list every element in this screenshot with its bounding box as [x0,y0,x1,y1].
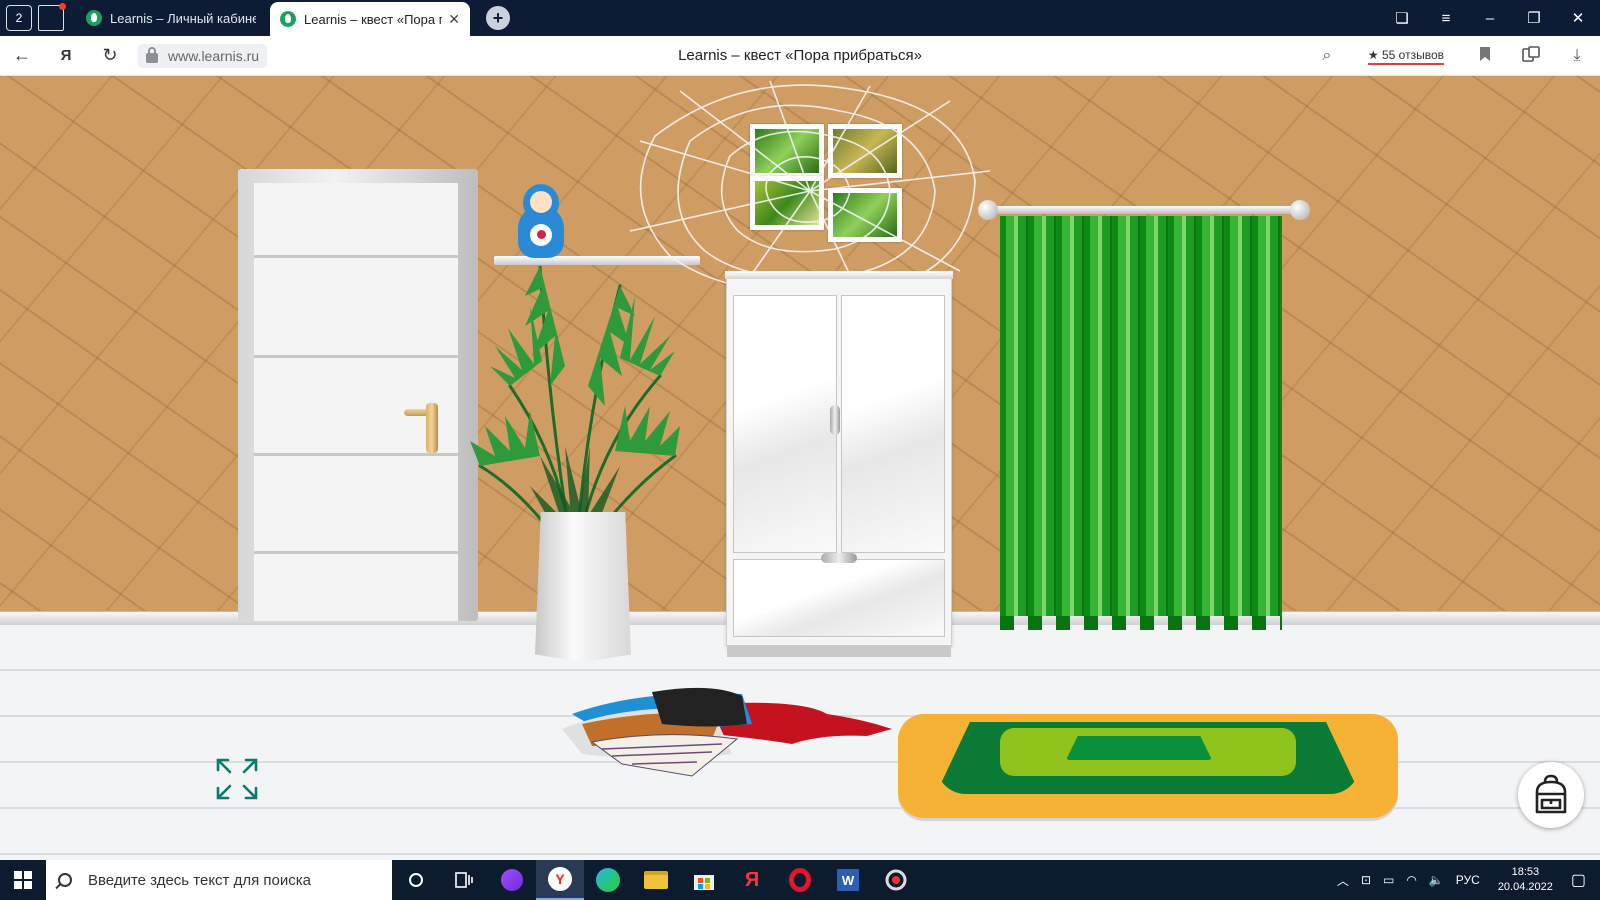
quest-scene [0,76,1600,860]
door-groove [254,453,458,456]
tab-count: 2 [15,11,23,25]
new-tab-button[interactable]: + [486,6,510,30]
floor-rug[interactable] [898,714,1398,818]
yandex-home-button[interactable]: Я [44,47,88,64]
tab-personal-cabinet[interactable]: Learnis – Личный кабинет [76,0,266,36]
wardrobe-drawer[interactable] [733,559,945,637]
new-tab-folder-icon[interactable] [38,3,66,31]
task-view-icon[interactable] [440,860,488,900]
cortana-icon[interactable] [392,860,440,900]
rod-finial [1290,200,1310,220]
wardrobe-left-door[interactable] [733,295,837,553]
wardrobe-top [725,271,953,279]
system-tray: ︿ ⊡ ▭ ◠ 🔈 РУС 18:53 20.04.2022 ▢ [1331,860,1600,900]
backpack-icon [1535,774,1567,814]
door-groove [254,255,458,258]
edge-icon[interactable] [584,860,632,900]
volume-icon[interactable]: 🔈 [1429,873,1444,887]
doll-face [530,191,552,213]
collections-icon[interactable]: ❏ [1380,9,1424,27]
curtain-rod [980,206,1302,214]
curtain[interactable] [1000,216,1282,616]
language-indicator[interactable]: РУС [1456,873,1480,887]
yandex-icon[interactable]: Я [728,860,776,900]
windows-taskbar: Введите здесь текст для поиска Y Я W ︿ ⊡… [0,860,1600,900]
reviews-badge[interactable]: ★ 55 отзывов [1367,48,1444,65]
notification-dot [59,3,66,10]
restore-button[interactable]: ❐ [1512,9,1556,27]
lock-icon [146,46,158,63]
network-icon[interactable]: ◠ [1406,873,1416,887]
clock-date: 20.04.2022 [1497,881,1553,893]
show-hidden-icons[interactable]: ︿ [1337,872,1349,889]
door-groove [254,355,458,358]
start-button[interactable] [0,860,46,900]
tab-title: Learnis – Личный кабинет [110,10,256,26]
door[interactable] [238,169,478,621]
notifications-icon[interactable]: ▢ [1571,870,1586,890]
windows-logo-icon [14,871,32,889]
tab-title: Learnis – квест «Пора прибраться» [304,11,443,27]
doll-rose [537,230,546,239]
battery-icon[interactable]: ▭ [1383,873,1394,887]
search-icon[interactable]: ⌕ [1304,47,1350,65]
clothes-pile[interactable] [562,684,892,780]
alice-icon[interactable] [488,860,536,900]
learnis-favicon-icon [86,10,102,26]
minimize-button[interactable]: – [1468,10,1512,27]
taskbar-search-input[interactable]: Введите здесь текст для поиска [46,860,392,900]
fullscreen-expand-icon[interactable] [214,756,260,802]
bookmark-icon[interactable] [1462,46,1508,67]
plant-vase[interactable] [535,512,631,662]
window-controls: ❏ ≡ – ❐ ✕ [1380,0,1600,36]
rug-center [1066,736,1212,760]
door-groove [254,551,458,554]
learnis-favicon-icon [280,11,296,27]
wardrobe-base [727,645,951,657]
door-handle[interactable] [426,403,438,453]
inventory-backpack-button[interactable] [1518,762,1584,828]
clock[interactable]: 18:53 20.04.2022 [1498,865,1553,895]
wardrobe-right-door[interactable] [841,295,945,553]
extensions-icon[interactable] [1508,45,1554,67]
door-panel [254,183,458,621]
download-icon[interactable]: ⤓ [1554,47,1600,65]
taskbar-search-placeholder: Введите здесь текст для поиска [88,871,311,889]
menu-icon[interactable]: ≡ [1424,10,1468,27]
url-field[interactable]: www.learnis.ru [138,43,268,68]
close-tab-icon[interactable]: ✕ [448,11,460,28]
browser-tabbar: 2 Learnis – Личный кабинет Learnis – кве… [0,0,1600,36]
clock-time: 18:53 [1511,866,1540,878]
yandex-browser-icon[interactable]: Y [536,860,584,900]
rod-finial [978,200,998,220]
address-bar: ← Я ↻ www.learnis.ru Learnis – квест «По… [0,36,1600,76]
opera-icon[interactable] [776,860,824,900]
tab-quest[interactable]: Learnis – квест «Пора прибраться» ✕ [270,2,470,36]
matryoshka-doll[interactable] [518,184,564,258]
word-icon[interactable]: W [824,860,872,900]
search-icon [58,873,72,887]
back-button[interactable]: ← [0,45,44,66]
app-icon[interactable] [872,860,920,900]
address-bar-actions: ⌕ ★ 55 отзывов ⤓ [1304,36,1600,76]
curtain-hem [1000,616,1282,630]
url-text: www.learnis.ru [168,47,260,64]
tab-counter-button[interactable]: 2 [6,5,32,31]
close-window-button[interactable]: ✕ [1556,9,1600,27]
reload-button[interactable]: ↻ [88,45,132,66]
file-explorer-icon[interactable] [632,860,680,900]
wardrobe-knob [830,405,840,435]
store-icon[interactable] [680,860,728,900]
meet-now-icon[interactable]: ⊡ [1361,873,1371,887]
wardrobe[interactable] [725,271,953,657]
drawer-handle [821,553,857,563]
